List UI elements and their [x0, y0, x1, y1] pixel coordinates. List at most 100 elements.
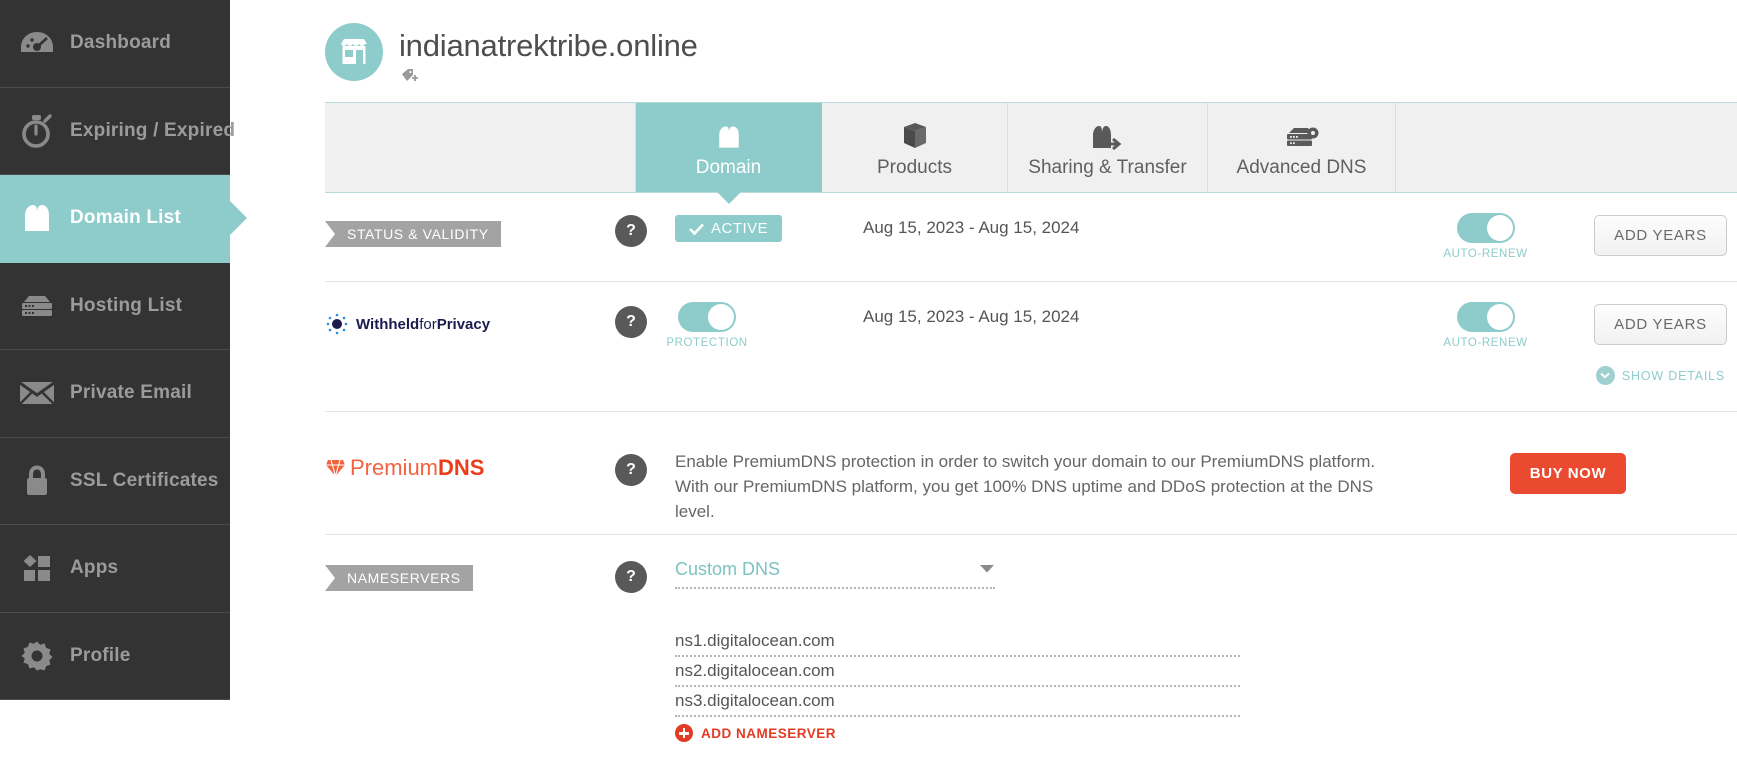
privacy-logo-text: WithheldforPrivacy [356, 316, 490, 333]
privacy-date-range: Aug 15, 2023 - Aug 15, 2024 [863, 307, 1080, 326]
sidebar-item-label: Dashboard [70, 32, 172, 54]
tab-label: Sharing & Transfer [1028, 157, 1187, 178]
premiumdns-part1: Premium [350, 455, 439, 480]
tab-label: Advanced DNS [1236, 157, 1367, 178]
tab-bar: Domain Products Sharing & Transfer Advan… [325, 102, 1737, 193]
status-badge-label: ACTIVE [711, 220, 769, 237]
status-action-cell: ADD YEARS [1578, 193, 1737, 256]
main-content: indianatrektribe.online Domain Products [230, 0, 1737, 780]
envelope-icon [14, 373, 60, 413]
sidebar-item-label: SSL Certificates [70, 469, 219, 491]
status-help-cell: ? [615, 193, 675, 247]
premiumdns-description-line1: Enable PremiumDNS protection in order to… [675, 452, 1376, 471]
speedometer-icon [14, 23, 60, 63]
domain-title-wrap: indianatrektribe.online [399, 18, 698, 89]
nameserver-input-list: ns1.digitalocean.com ns2.digitalocean.co… [675, 631, 1737, 742]
toggle-knob [1486, 304, 1513, 330]
tab-sharing-transfer[interactable]: Sharing & Transfer [1008, 103, 1208, 192]
privacy-mid-cell: PROTECTION Aug 15, 2023 - Aug 15, 2024 [666, 282, 1393, 349]
sidebar-item-dashboard[interactable]: Dashboard [0, 0, 230, 88]
privacy-autorenew-cell: AUTO-RENEW [1393, 282, 1578, 349]
sidebar-item-label: Apps [70, 557, 119, 579]
row-withheld-for-privacy: WithheldforPrivacy ? PROTECTION Aug 15, … [325, 282, 1737, 412]
toggle-knob [708, 304, 734, 330]
status-date-range: Aug 15, 2023 - Aug 15, 2024 [863, 218, 1080, 237]
gear-icon [14, 636, 60, 676]
show-details-label: SHOW DETAILS [1621, 368, 1726, 383]
domain-management-page: Dashboard Expiring / Expired Domain List… [0, 0, 1737, 780]
protection-caption: PROTECTION [666, 337, 748, 349]
server-icon [14, 286, 60, 326]
detail-rows: STATUS & VALIDITY ? ACTIVE Aug 15, 2023 … [325, 193, 1737, 742]
tab-advanced-dns[interactable]: Advanced DNS [1208, 103, 1396, 192]
add-nameserver-label: ADD NAMESERVER [701, 725, 837, 741]
premiumdns-part2: DNS [438, 455, 485, 480]
tab-spacer-left [325, 103, 636, 192]
status-autorenew-cell: AUTO-RENEW [1393, 193, 1578, 260]
sidebar-item-private-email[interactable]: Private Email [0, 350, 230, 438]
check-icon [689, 223, 704, 235]
help-icon[interactable]: ? [615, 454, 647, 486]
dns-type-select[interactable]: Custom DNS [675, 559, 995, 589]
help-icon[interactable]: ? [615, 306, 647, 338]
sidebar-item-profile[interactable]: Profile [0, 613, 230, 700]
tab-spacer-right [1396, 103, 1737, 192]
premiumdns-desc-cell: Enable PremiumDNS protection in order to… [675, 412, 1393, 524]
protection-toggle[interactable] [678, 302, 736, 332]
plus-circle-icon [675, 724, 693, 742]
privacy-logo-part1: Withheld [356, 315, 420, 333]
premiumdns-action-cell: BUY NOW [1393, 412, 1737, 494]
nameservers-help-cell: ? [615, 535, 675, 593]
sidebar-item-label: Profile [70, 644, 131, 666]
tab-domain[interactable]: Domain [636, 103, 822, 192]
apps-grid-icon [14, 548, 60, 588]
nameservers-mid-cell: Custom DNS ✓ ✕ ns1.digitalocean.com ns2.… [675, 535, 1737, 742]
status-mid-cell: ACTIVE Aug 15, 2023 - Aug 15, 2024 [675, 193, 1393, 242]
toggle-knob [1486, 215, 1513, 241]
nameserver-input[interactable]: ns2.digitalocean.com [675, 661, 1240, 687]
box-icon [902, 116, 928, 150]
house-transfer-icon [1091, 116, 1125, 150]
sidebar-item-label: Domain List [70, 207, 181, 229]
buy-now-button[interactable]: BUY NOW [1509, 453, 1627, 494]
status-validity-ribbon: STATUS & VALIDITY [325, 221, 501, 247]
help-icon[interactable]: ? [615, 561, 647, 593]
privacy-help-cell: ? [615, 282, 675, 338]
diamond-gem-icon [326, 459, 345, 478]
premiumdns-logo-text: PremiumDNS [350, 455, 484, 481]
tab-label: Products [877, 157, 952, 178]
server-gear-icon [1284, 116, 1320, 150]
row-status-validity: STATUS & VALIDITY ? ACTIVE Aug 15, 2023 … [325, 193, 1737, 282]
autorenew-toggle[interactable] [1456, 213, 1515, 243]
sidebar-item-domain-list[interactable]: Domain List [0, 175, 247, 263]
row-premium-dns: PremiumDNS ? Enable PremiumDNS protectio… [325, 412, 1737, 535]
dns-type-value: Custom DNS [675, 559, 781, 579]
autorenew-toggle[interactable] [1456, 302, 1515, 332]
sidebar-item-expiring-expired[interactable]: Expiring / Expired [0, 88, 235, 175]
privacy-action-cell: ADD YEARS SHOW DETAILS [1578, 282, 1737, 385]
status-badge: ACTIVE [675, 215, 783, 242]
house-icon [14, 198, 60, 238]
chevron-down-circle-icon [1595, 366, 1615, 385]
sidebar-item-label: Hosting List [70, 294, 183, 316]
sidebar-item-ssl-certificates[interactable]: SSL Certificates [0, 438, 230, 525]
show-details-link[interactable]: SHOW DETAILS [1595, 366, 1726, 385]
autorenew-caption: AUTO-RENEW [1443, 248, 1528, 260]
sidebar-item-apps[interactable]: Apps [0, 525, 230, 613]
add-years-button[interactable]: ADD YEARS [1594, 215, 1727, 256]
house-icon [716, 116, 742, 150]
premiumdns-logo-cell: PremiumDNS [325, 412, 615, 481]
add-years-button[interactable]: ADD YEARS [1594, 304, 1727, 345]
add-nameserver-link[interactable]: ADD NAMESERVER [675, 724, 1737, 742]
sidebar-item-hosting-list[interactable]: Hosting List [0, 263, 230, 350]
nameserver-input[interactable]: ns1.digitalocean.com [675, 631, 1240, 657]
tab-products[interactable]: Products [822, 103, 1008, 192]
nameserver-input[interactable]: ns3.digitalocean.com [675, 691, 1240, 717]
tab-label: Domain [695, 157, 762, 178]
premiumdns-help-cell: ? [615, 412, 675, 486]
status-ribbon-cell: STATUS & VALIDITY [325, 193, 615, 247]
privacy-logo-cell: WithheldforPrivacy [325, 282, 615, 336]
nameservers-ribbon: NAMESERVERS [325, 565, 473, 591]
help-icon[interactable]: ? [615, 215, 647, 247]
chevron-down-icon [979, 561, 995, 579]
